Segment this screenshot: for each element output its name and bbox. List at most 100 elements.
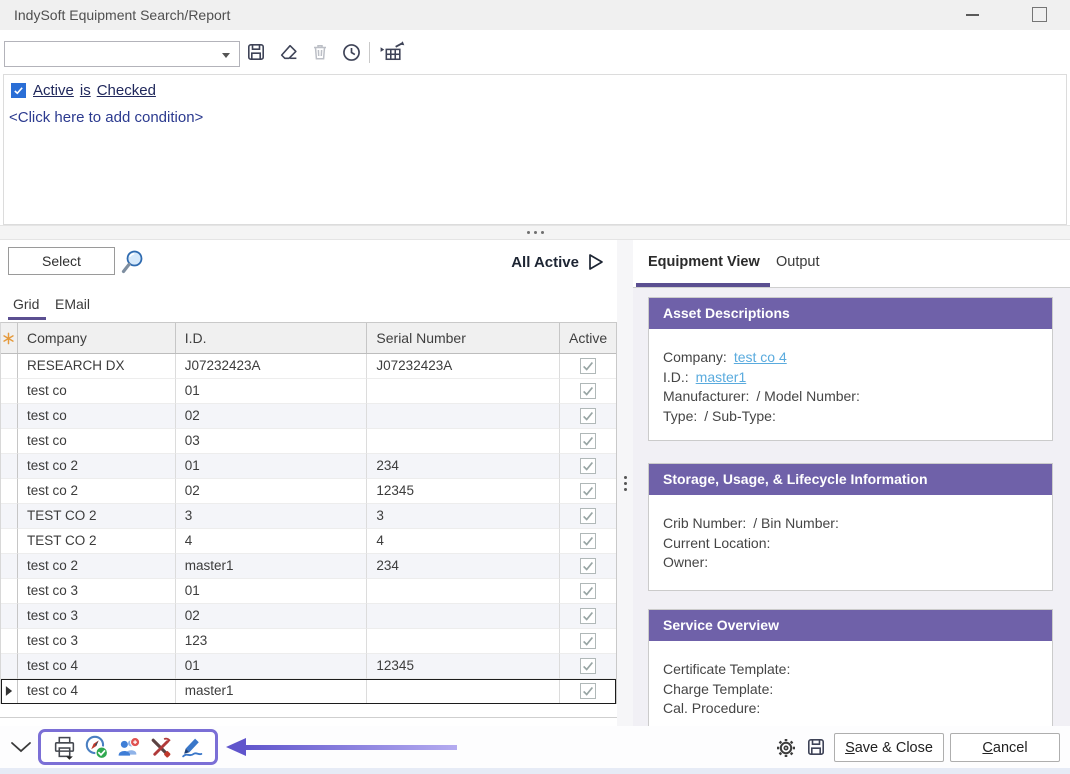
table-row[interactable]: test co 301 — [1, 579, 616, 604]
cell-company[interactable]: test co 4 — [18, 679, 176, 704]
cell-id[interactable]: 02 — [176, 479, 368, 504]
field-value-link[interactable]: test co 4 — [734, 349, 787, 365]
active-checkbox[interactable] — [580, 633, 596, 649]
cell-serial-number[interactable]: J07232423A — [367, 354, 560, 379]
cell-company[interactable]: test co 2 — [18, 554, 176, 579]
saved-search-combobox[interactable] — [4, 41, 240, 67]
row-selector[interactable] — [1, 354, 18, 379]
settings-button[interactable] — [776, 738, 796, 758]
cell-id[interactable]: 01 — [176, 654, 368, 679]
condition-value-link[interactable]: Checked — [97, 82, 156, 99]
active-checkbox[interactable] — [580, 433, 596, 449]
column-header-serial[interactable]: Serial Number — [367, 323, 560, 353]
cell-serial-number[interactable] — [367, 579, 560, 604]
play-icon[interactable] — [588, 253, 604, 271]
save-search-button[interactable] — [245, 41, 267, 63]
users-button[interactable] — [115, 734, 141, 760]
table-row[interactable]: TEST CO 244 — [1, 529, 616, 554]
tab-grid[interactable]: Grid — [13, 296, 39, 312]
cell-company[interactable]: test co 4 — [18, 654, 176, 679]
active-checkbox[interactable] — [580, 358, 596, 374]
condition-operator-link[interactable]: is — [80, 82, 91, 99]
active-checkbox[interactable] — [580, 383, 596, 399]
select-button[interactable]: Select — [8, 247, 115, 275]
active-checkbox[interactable] — [580, 683, 596, 699]
save-and-close-button[interactable]: Save & Close — [834, 733, 944, 762]
row-selector[interactable] — [1, 404, 18, 429]
signature-button[interactable] — [179, 734, 205, 760]
column-header-id[interactable]: I.D. — [176, 323, 368, 353]
cell-company[interactable]: test co — [18, 404, 176, 429]
row-selector[interactable] — [1, 504, 18, 529]
table-row[interactable]: test co03 — [1, 429, 616, 454]
clear-conditions-button[interactable] — [277, 41, 299, 63]
cell-id[interactable]: master1 — [176, 679, 368, 704]
table-row[interactable]: test co02 — [1, 404, 616, 429]
cell-serial-number[interactable] — [367, 679, 560, 704]
tools-button[interactable] — [147, 734, 173, 760]
active-checkbox[interactable] — [580, 508, 596, 524]
grid-header-selector[interactable] — [1, 323, 18, 353]
cell-serial-number[interactable] — [367, 604, 560, 629]
cell-company[interactable]: test co 2 — [18, 479, 176, 504]
add-condition-link[interactable]: <Click here to add condition> — [9, 109, 203, 126]
cell-id[interactable]: 01 — [176, 579, 368, 604]
cell-serial-number[interactable]: 4 — [367, 529, 560, 554]
tab-output[interactable]: Output — [776, 254, 820, 270]
tab-equipment-view[interactable]: Equipment View — [648, 254, 760, 270]
row-selector[interactable] — [1, 454, 18, 479]
expand-toolbar-button[interactable] — [10, 740, 32, 752]
history-button[interactable] — [340, 41, 362, 63]
cell-id[interactable]: 01 — [176, 379, 368, 404]
active-checkbox[interactable] — [580, 483, 596, 499]
maximize-icon[interactable] — [1032, 7, 1047, 22]
cell-id[interactable]: 123 — [176, 629, 368, 654]
table-row[interactable]: test co 2master1234 — [1, 554, 616, 579]
cell-company[interactable]: TEST CO 2 — [18, 504, 176, 529]
active-checkbox[interactable] — [580, 608, 596, 624]
verify-button[interactable] — [83, 734, 109, 760]
cell-company[interactable]: test co 3 — [18, 604, 176, 629]
cell-id[interactable]: 03 — [176, 429, 368, 454]
table-row[interactable]: test co 3123 — [1, 629, 616, 654]
table-row[interactable]: test co01 — [1, 379, 616, 404]
cell-id[interactable]: 01 — [176, 454, 368, 479]
cell-company[interactable]: test co — [18, 429, 176, 454]
table-row[interactable]: TEST CO 233 — [1, 504, 616, 529]
table-row[interactable]: test co 20212345 — [1, 479, 616, 504]
cancel-button[interactable]: Cancel — [950, 733, 1060, 762]
horizontal-splitter[interactable] — [0, 225, 1070, 240]
cell-company[interactable]: test co 2 — [18, 454, 176, 479]
cell-company[interactable]: test co 3 — [18, 629, 176, 654]
cell-serial-number[interactable] — [367, 379, 560, 404]
table-row[interactable]: test co 4master1 — [1, 679, 616, 704]
cell-serial-number[interactable] — [367, 429, 560, 454]
row-selector[interactable] — [1, 629, 18, 654]
row-selector[interactable] — [1, 379, 18, 404]
run-to-grid-button[interactable] — [377, 41, 405, 63]
cell-serial-number[interactable] — [367, 629, 560, 654]
row-selector[interactable] — [1, 604, 18, 629]
search-button[interactable] — [119, 249, 145, 275]
row-selector[interactable] — [1, 529, 18, 554]
quick-save-button[interactable] — [806, 737, 826, 757]
cell-company[interactable]: TEST CO 2 — [18, 529, 176, 554]
row-selector[interactable] — [1, 479, 18, 504]
cell-id[interactable]: 02 — [176, 604, 368, 629]
print-button[interactable] — [51, 734, 77, 760]
table-row[interactable]: test co 302 — [1, 604, 616, 629]
row-selector[interactable] — [1, 429, 18, 454]
table-row[interactable]: RESEARCH DXJ07232423AJ07232423A — [1, 354, 616, 379]
cell-serial-number[interactable]: 12345 — [367, 479, 560, 504]
cell-id[interactable]: J07232423A — [176, 354, 368, 379]
condition-field-link[interactable]: Active — [33, 82, 74, 99]
minimize-icon[interactable] — [966, 14, 979, 16]
vertical-splitter[interactable] — [617, 240, 633, 726]
field-value-link[interactable]: master1 — [696, 369, 747, 385]
cell-company[interactable]: test co — [18, 379, 176, 404]
cell-serial-number[interactable]: 234 — [367, 554, 560, 579]
chevron-down-icon[interactable] — [222, 53, 230, 58]
active-checkbox[interactable] — [580, 558, 596, 574]
row-selector[interactable] — [1, 579, 18, 604]
column-header-company[interactable]: Company — [18, 323, 176, 353]
